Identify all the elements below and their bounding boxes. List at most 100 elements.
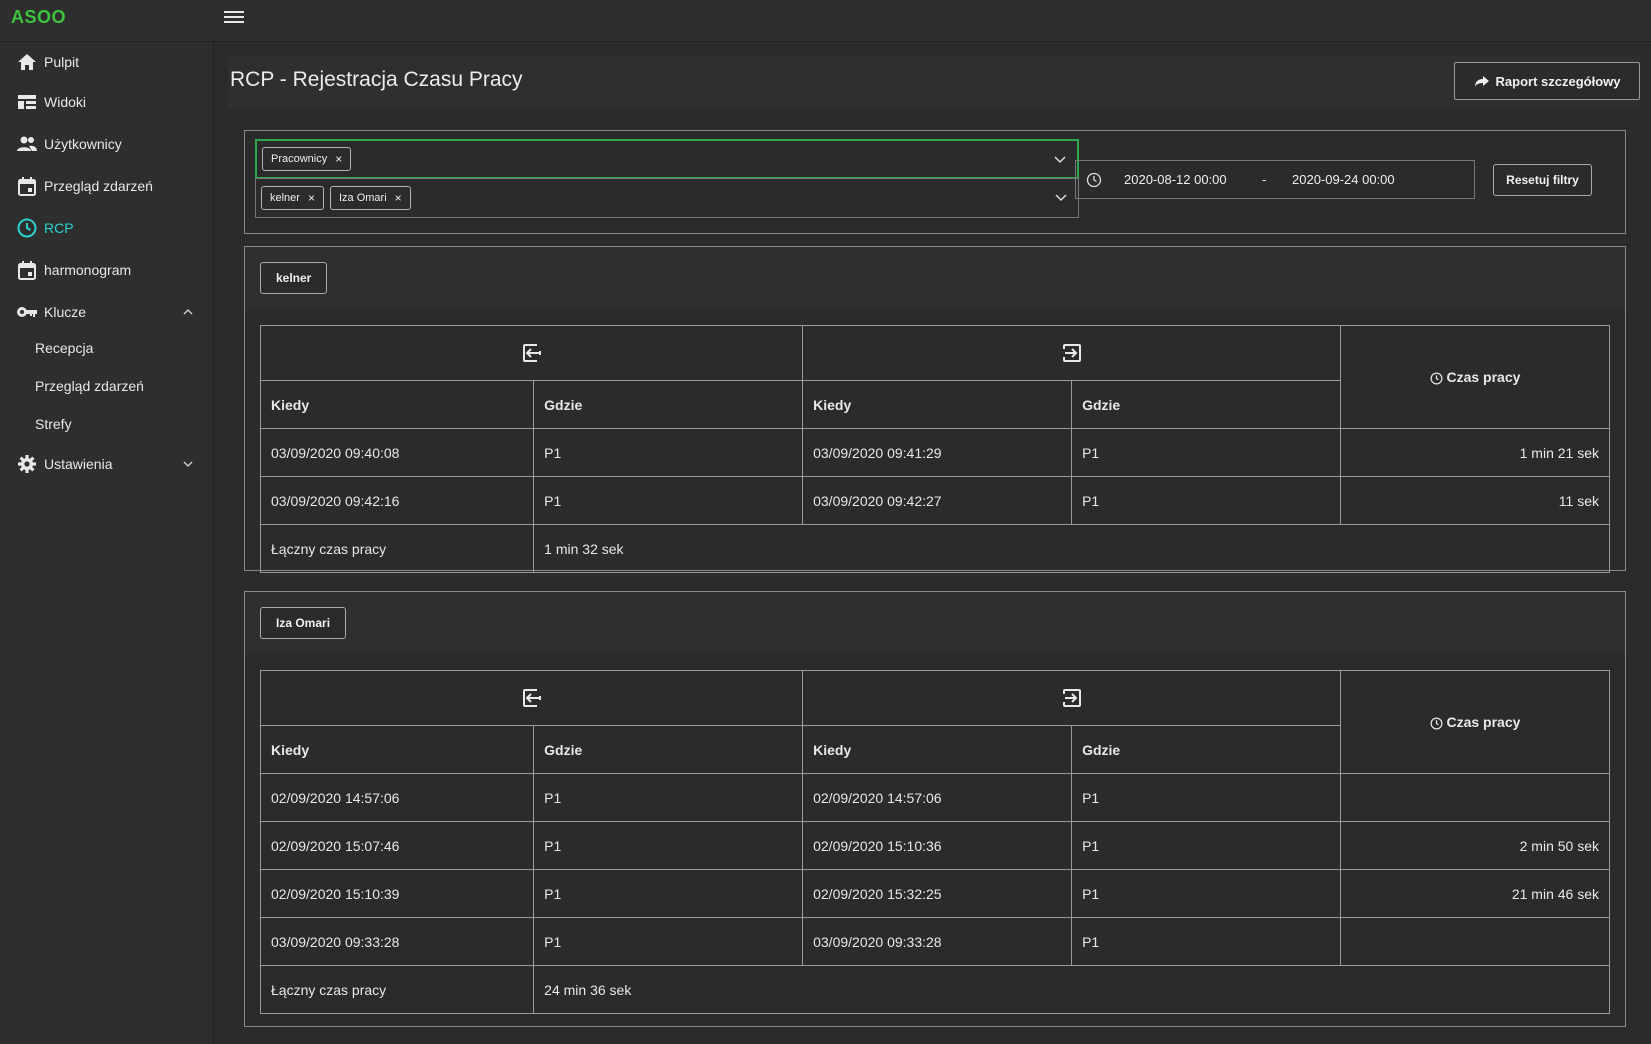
sidebar-item-ustawienia[interactable]: Ustawienia <box>0 444 214 484</box>
employee-name-button[interactable]: Iza Omari <box>260 607 347 639</box>
sidebar-subitem-strefy[interactable]: Strefy <box>0 407 214 441</box>
clock-icon <box>16 217 38 239</box>
exit-icon <box>1062 344 1081 362</box>
main-content: RCP - Rejestracja Czasu Pracy Raport szc… <box>228 56 1640 1044</box>
exit-when: 02/09/2020 14:57:06 <box>802 773 1073 822</box>
clock-icon <box>1430 717 1443 730</box>
table-row: 02/09/2020 15:10:39 P1 02/09/2020 15:32:… <box>259 869 1610 918</box>
entry-where: P1 <box>533 917 804 966</box>
employee-group: Iza Omari Czas pracy Kiedy Gdzie Kiedy G… <box>244 591 1626 1027</box>
sidebar-item-harmonogram[interactable]: harmonogram <box>0 250 214 290</box>
home-icon <box>16 51 38 73</box>
chevron-down-icon[interactable] <box>1054 190 1068 204</box>
entry-icon <box>522 689 541 707</box>
type-chip: Pracownicy × <box>262 147 352 171</box>
total-value: 1 min 32 sek <box>533 524 1610 573</box>
entry-when: 03/09/2020 09:42:16 <box>259 476 535 525</box>
type-select[interactable]: Pracownicy × <box>255 139 1079 179</box>
chevron-down-icon[interactable] <box>1053 152 1067 166</box>
sidebar-item-pulpit[interactable]: Pulpit <box>0 42 214 82</box>
chevron-down-icon <box>183 461 193 468</box>
exit-when: 02/09/2020 15:10:36 <box>802 821 1073 870</box>
col-where: Gdzie <box>1071 380 1342 429</box>
entry-where: P1 <box>533 428 804 477</box>
sidebar: Pulpit Widoki Użytkownicy Przegląd zdarz… <box>0 42 214 1044</box>
date-to[interactable]: 2020-09-24 00:00 <box>1292 172 1395 187</box>
sidebar-item-label: Ustawienia <box>44 456 113 472</box>
entry-where: P1 <box>533 869 804 918</box>
sidebar-item-klucze[interactable]: Klucze <box>0 292 214 332</box>
filters-panel: Pracownicy × kelner × Iza Omari × 2020-0… <box>244 130 1626 234</box>
sidebar-subitem-przeglad-zdarzen[interactable]: Przegląd zdarzeń <box>0 369 214 403</box>
exit-when: 03/09/2020 09:41:29 <box>802 428 1073 477</box>
work-time: 21 min 46 sek <box>1340 869 1610 918</box>
sidebar-item-label: RCP <box>44 220 74 236</box>
menu-toggle-icon[interactable] <box>224 8 244 28</box>
detailed-report-label: Raport szczegółowy <box>1495 73 1621 89</box>
total-label: Łączny czas pracy <box>259 524 535 573</box>
employee-group: kelner Czas pracy Kiedy Gdzie Kiedy Gdzi… <box>244 246 1626 573</box>
page-header: RCP - Rejestracja Czasu Pracy Raport szc… <box>228 56 1640 108</box>
entry-when: 02/09/2020 15:10:39 <box>259 869 535 918</box>
total-value: 24 min 36 sek <box>533 965 1610 1014</box>
type-chip-label: Pracownicy <box>271 153 328 165</box>
col-when: Kiedy <box>259 380 535 429</box>
entry-where: P1 <box>533 821 804 870</box>
sidebar-item-label: Widoki <box>44 94 87 110</box>
view-icon <box>16 91 38 113</box>
reset-filters-button[interactable]: Resetuj filtry <box>1493 164 1592 196</box>
calendar-icon <box>16 175 38 197</box>
entry-header <box>259 670 804 726</box>
date-range-picker[interactable]: 2020-08-12 00:00 - 2020-09-24 00:00 <box>1075 160 1475 199</box>
employee-chip-label: kelner <box>270 192 300 204</box>
work-time: 11 sek <box>1340 476 1610 525</box>
sidebar-item-rcp[interactable]: RCP <box>0 208 214 248</box>
entry-when: 03/09/2020 09:40:08 <box>259 428 535 477</box>
remove-chip-icon[interactable]: × <box>395 191 402 205</box>
work-time-table: Czas pracy Kiedy Gdzie Kiedy Gdzie 02/09… <box>259 670 1610 1014</box>
entry-where: P1 <box>533 773 804 822</box>
sidebar-item-label: harmonogram <box>44 262 132 278</box>
sidebar-item-label: Pulpit <box>44 54 80 70</box>
calendar-icon <box>16 259 38 281</box>
table-row: 03/09/2020 09:42:16 P1 03/09/2020 09:42:… <box>259 476 1610 525</box>
employee-name-button[interactable]: kelner <box>260 262 328 294</box>
detailed-report-button[interactable]: Raport szczegółowy <box>1454 62 1640 100</box>
work-time-label: Czas pracy <box>1446 714 1521 730</box>
date-separator: - <box>1262 172 1267 187</box>
entry-when: 03/09/2020 09:33:28 <box>259 917 535 966</box>
col-where: Gdzie <box>533 380 804 429</box>
entry-when: 02/09/2020 14:57:06 <box>259 773 535 822</box>
exit-where: P1 <box>1071 773 1342 822</box>
brand-logo[interactable]: ASOO <box>11 7 66 28</box>
work-time-header: Czas pracy <box>1340 670 1610 774</box>
exit-where: P1 <box>1071 917 1342 966</box>
sidebar-item-przeglad-zdarzen[interactable]: Przegląd zdarzeń <box>0 166 214 206</box>
exit-header <box>802 325 1342 381</box>
sidebar-item-uzytkownicy[interactable]: Użytkownicy <box>0 124 214 164</box>
sidebar-subitem-recepcja[interactable]: Recepcja <box>0 331 214 365</box>
exit-header <box>802 670 1342 726</box>
work-time <box>1340 917 1610 966</box>
clock-icon <box>1086 172 1102 188</box>
date-from[interactable]: 2020-08-12 00:00 <box>1124 172 1227 187</box>
work-time-label: Czas pracy <box>1446 369 1521 385</box>
clock-icon <box>1430 372 1443 385</box>
exit-when: 03/09/2020 09:42:27 <box>802 476 1073 525</box>
col-when: Kiedy <box>802 725 1073 774</box>
table-row: 02/09/2020 15:07:46 P1 02/09/2020 15:10:… <box>259 821 1610 870</box>
remove-chip-icon[interactable]: × <box>335 152 342 166</box>
work-time-table: Czas pracy Kiedy Gdzie Kiedy Gdzie 03/09… <box>259 325 1610 573</box>
col-where: Gdzie <box>1071 725 1342 774</box>
employee-select[interactable]: kelner × Iza Omari × <box>255 178 1079 218</box>
work-time: 2 min 50 sek <box>1340 821 1610 870</box>
exit-when: 02/09/2020 15:32:25 <box>802 869 1073 918</box>
remove-chip-icon[interactable]: × <box>308 191 315 205</box>
sidebar-subitem-label: Przegląd zdarzeń <box>35 378 144 394</box>
top-bar: ASOO <box>0 0 1651 42</box>
sidebar-item-label: Przegląd zdarzeń <box>44 178 153 194</box>
entry-header <box>259 325 804 381</box>
group-header <box>245 592 1625 654</box>
col-when: Kiedy <box>259 725 535 774</box>
sidebar-item-widoki[interactable]: Widoki <box>0 82 214 122</box>
